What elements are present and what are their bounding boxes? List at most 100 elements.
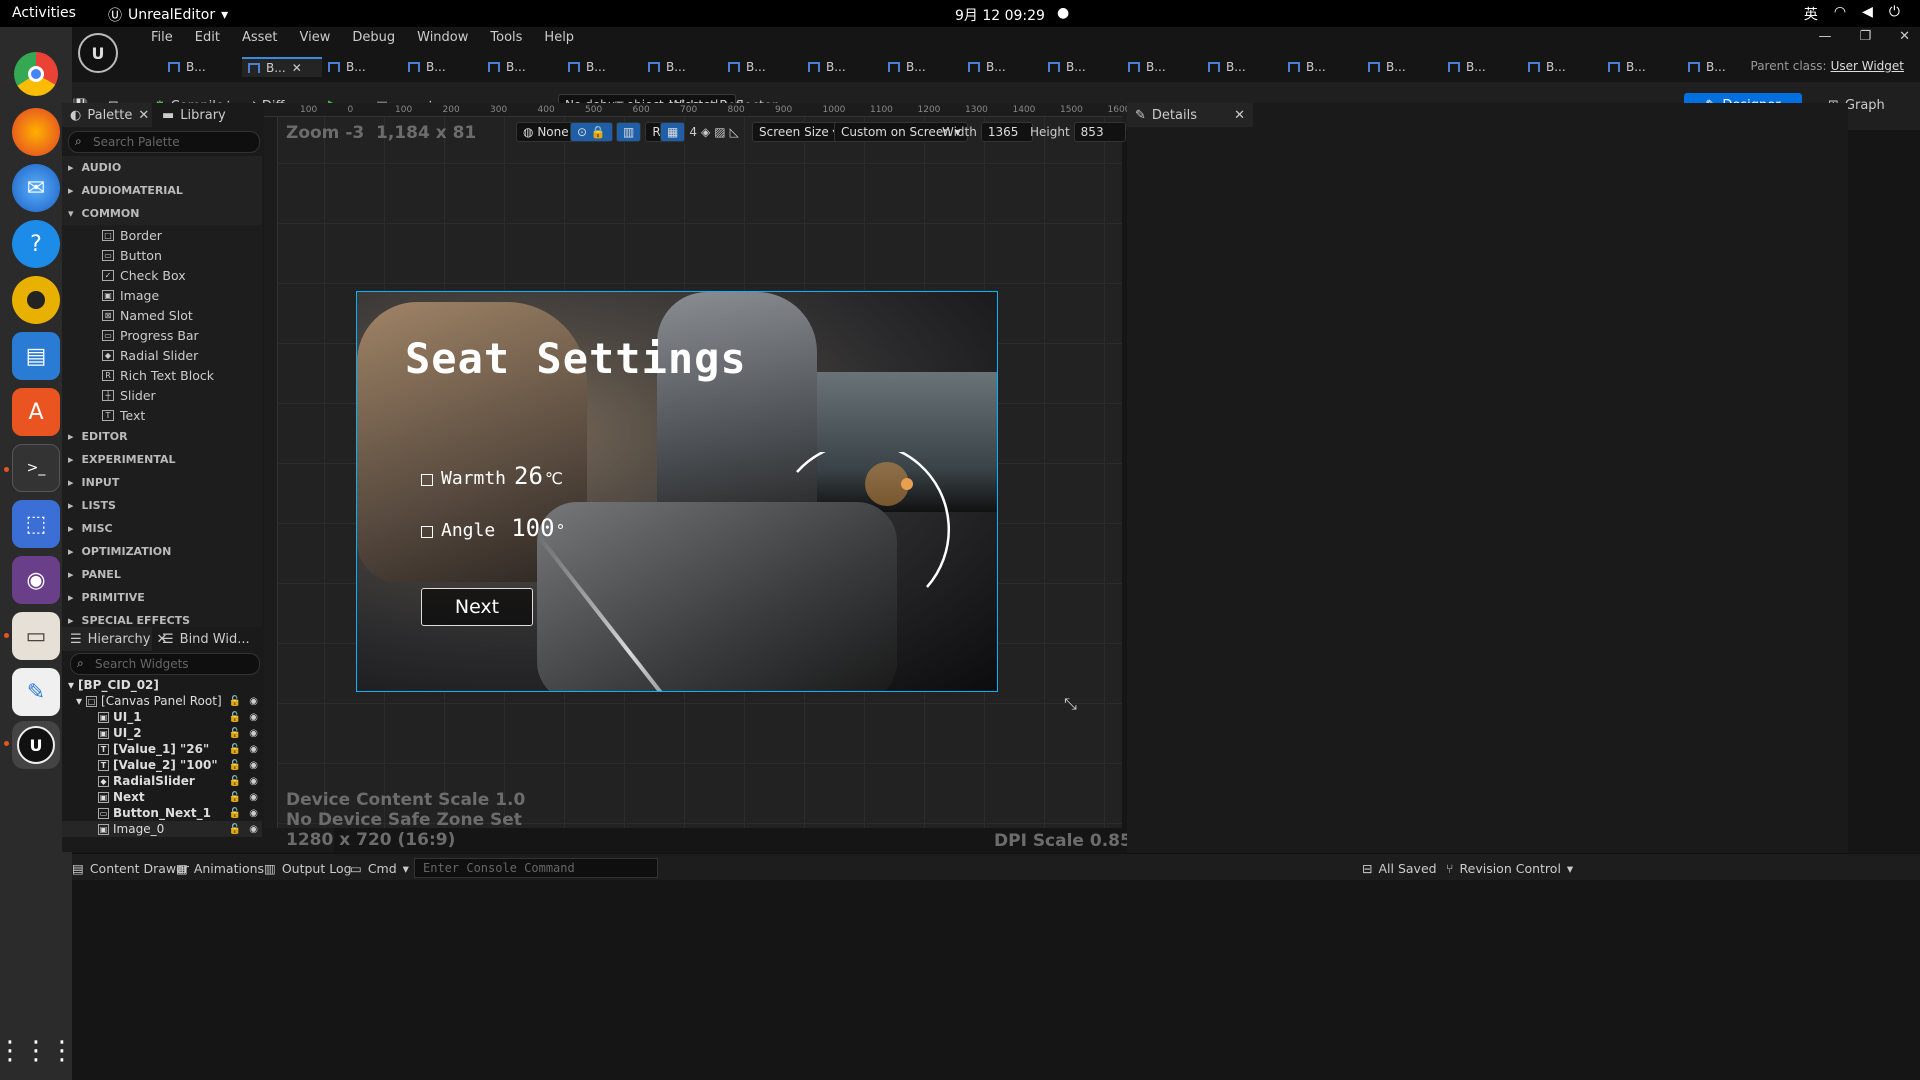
asset-tab[interactable]: B... [722, 57, 802, 77]
palette-category[interactable]: ▸ INPUT [62, 471, 262, 494]
camera-icon[interactable]: ◉ [12, 556, 60, 604]
close-icon[interactable]: ✕ [292, 61, 302, 75]
menu-item[interactable]: Help [533, 30, 585, 45]
palette-category[interactable]: ▸ AUDIO [62, 156, 262, 179]
tree-node[interactable]: T [Value_1] "26" 🔓 ◉ [62, 741, 262, 757]
asset-tab[interactable]: B... [642, 57, 722, 77]
eye-icon[interactable]: ◉ [249, 696, 258, 707]
files-icon[interactable]: ▭ [12, 612, 60, 660]
none-toggle[interactable]: ◍ None [516, 122, 576, 142]
palette-item[interactable]: ◆ Radial Slider [62, 345, 262, 365]
eye-icon[interactable]: ◉ [249, 744, 258, 755]
rhythmbox-icon[interactable] [12, 276, 60, 324]
input-method[interactable]: 英 [1804, 4, 1818, 24]
palette-item[interactable]: ✓ Check Box [62, 265, 262, 285]
system-tray[interactable]: 英 ◠ ◀ ⏻ [1804, 4, 1900, 24]
radial-slider[interactable] [777, 452, 957, 612]
all-saved-button[interactable]: ⊟ All Saved [1362, 858, 1437, 878]
asset-tab[interactable]: B... [1522, 57, 1602, 77]
lock-icon[interactable]: 🔓 [229, 808, 241, 819]
asset-tab[interactable]: B... [1202, 57, 1282, 77]
palette-category[interactable]: ▸ PRIMITIVE [62, 586, 262, 609]
lock-icon[interactable]: 🔓 [229, 744, 241, 755]
asset-tab[interactable]: B... [1442, 57, 1522, 77]
clock[interactable]: 9月 12 09:29 [955, 5, 1045, 25]
palette-category[interactable]: ▸ AUDIOMATERIAL [62, 179, 262, 202]
rotate-snap-icon[interactable]: ◈ [701, 125, 710, 139]
image-icon[interactable]: ▨ [714, 125, 725, 139]
unreal-icon[interactable]: U [12, 721, 60, 769]
palette-item[interactable]: ▭ Progress Bar [62, 325, 262, 345]
tree-root[interactable]: ▾ [BP_CID_02] [62, 677, 262, 693]
palette-item[interactable]: ⊠ Named Slot [62, 305, 262, 325]
tree-node[interactable]: ▣ UI_2 🔓 ◉ [62, 725, 262, 741]
asset-tab[interactable]: B... [1362, 57, 1442, 77]
console-input[interactable]: Enter Console Command [414, 858, 658, 878]
palette-category[interactable]: ▸ MISC [62, 517, 262, 540]
app-center-icon[interactable]: A [12, 388, 60, 436]
grid-snap[interactable]: ▦ 4 ◈ ▨ ◺ [660, 122, 739, 142]
eye-icon[interactable]: ◉ [249, 776, 258, 787]
eye-icon[interactable]: ◉ [249, 808, 258, 819]
menu-item[interactable]: Debug [341, 30, 406, 45]
width-input[interactable]: 1365 [980, 122, 1033, 142]
lock-icon[interactable]: 🔓 [229, 760, 241, 771]
revision-control-button[interactable]: ⑂ Revision Control ▾ [1446, 858, 1573, 878]
tree-canvas[interactable]: ▾ □ [Canvas Panel Root] 🔓 ◉ [62, 693, 262, 709]
restore-icon[interactable]: ❐ [1859, 29, 1871, 44]
lock-icon[interactable]: 🔓 [229, 712, 241, 723]
tab-hierarchy[interactable]: ☰ Hierarchy ✕ [62, 627, 167, 651]
palette-category[interactable]: ▸ EXPERIMENTAL [62, 448, 262, 471]
lock-icon[interactable]: 🔓 [229, 824, 241, 835]
close-icon[interactable]: ✕ [138, 108, 149, 123]
angle-icon[interactable]: ◺ [730, 125, 739, 139]
palette-item[interactable]: R Rich Text Block [62, 365, 262, 385]
chrome-icon[interactable] [14, 52, 58, 96]
close-icon[interactable]: ✕ [1234, 108, 1245, 123]
firefox-icon[interactable] [12, 108, 60, 156]
asset-tab[interactable]: B... [322, 57, 402, 77]
tree-node[interactable]: ▭ Button_Next_1 🔓 ◉ [62, 805, 262, 821]
asset-tab[interactable]: B... [482, 57, 562, 77]
close-icon[interactable]: ✕ [1899, 29, 1910, 44]
eye-icon[interactable]: ◉ [249, 824, 258, 835]
apps-grid-icon[interactable]: ⋮⋮⋮ [0, 1027, 75, 1075]
lock-icon[interactable]: 🔓 [229, 792, 241, 803]
palette-item[interactable]: ▭ Button [62, 245, 262, 265]
resize-handle-icon[interactable]: ⤡ [1064, 694, 1077, 714]
asset-tab[interactable]: B... ✕ [242, 57, 322, 77]
thunderbird-icon[interactable]: ✉ [12, 164, 60, 212]
menu-item[interactable]: View [289, 30, 342, 45]
asset-tab[interactable]: B... [962, 57, 1042, 77]
search-widgets-input[interactable]: ⌕ Search Widgets [70, 653, 260, 675]
eye-icon[interactable]: ◉ [249, 728, 258, 739]
terminal-icon[interactable]: >_ [12, 444, 60, 492]
screen-size-select[interactable]: Screen Size ▾ [752, 122, 846, 142]
eye-icon[interactable]: ◉ [249, 792, 258, 803]
tab-palette[interactable]: ◐ Palette ✕ [62, 103, 152, 127]
menu-item[interactable]: Asset [231, 30, 289, 45]
activities-button[interactable]: Activities [12, 5, 76, 21]
search-palette-input[interactable]: ⌕ Search Palette [68, 131, 260, 153]
palette-category[interactable]: ▸ LISTS [62, 494, 262, 517]
tree-node[interactable]: ▣ Image_0 🔓 ◉ [62, 821, 262, 837]
asset-tab[interactable]: B... [402, 57, 482, 77]
writer-icon[interactable]: ▤ [12, 332, 60, 380]
eye-icon[interactable]: ◉ [249, 760, 258, 771]
palette-item[interactable]: ▣ Image [62, 285, 262, 305]
screenshot-icon[interactable]: ⬚ [12, 500, 60, 548]
tab-bind-widgets[interactable]: ☰ Bind Wid... [154, 627, 258, 651]
tree-node[interactable]: T [Value_2] "100" 🔓 ◉ [62, 757, 262, 773]
palette-item[interactable]: □ Border [62, 225, 262, 245]
asset-tab[interactable]: B... [562, 57, 642, 77]
animations-button[interactable]: ▦ Animations [176, 858, 264, 878]
output-log-button[interactable]: ▥ Output Log [264, 858, 352, 878]
lock-icon[interactable]: 🔓 [229, 728, 241, 739]
width-field[interactable]: Width 1365 [942, 122, 1033, 142]
text-editor-icon[interactable]: ✎ [12, 668, 60, 716]
tree-node[interactable]: ▣ Next 🔓 ◉ [62, 789, 262, 805]
height-input[interactable]: 853 [1073, 122, 1126, 142]
asset-tab[interactable]: B... [1042, 57, 1122, 77]
height-field[interactable]: Height 853 [1030, 122, 1126, 142]
palette-category[interactable]: ▸ PANEL [62, 563, 262, 586]
